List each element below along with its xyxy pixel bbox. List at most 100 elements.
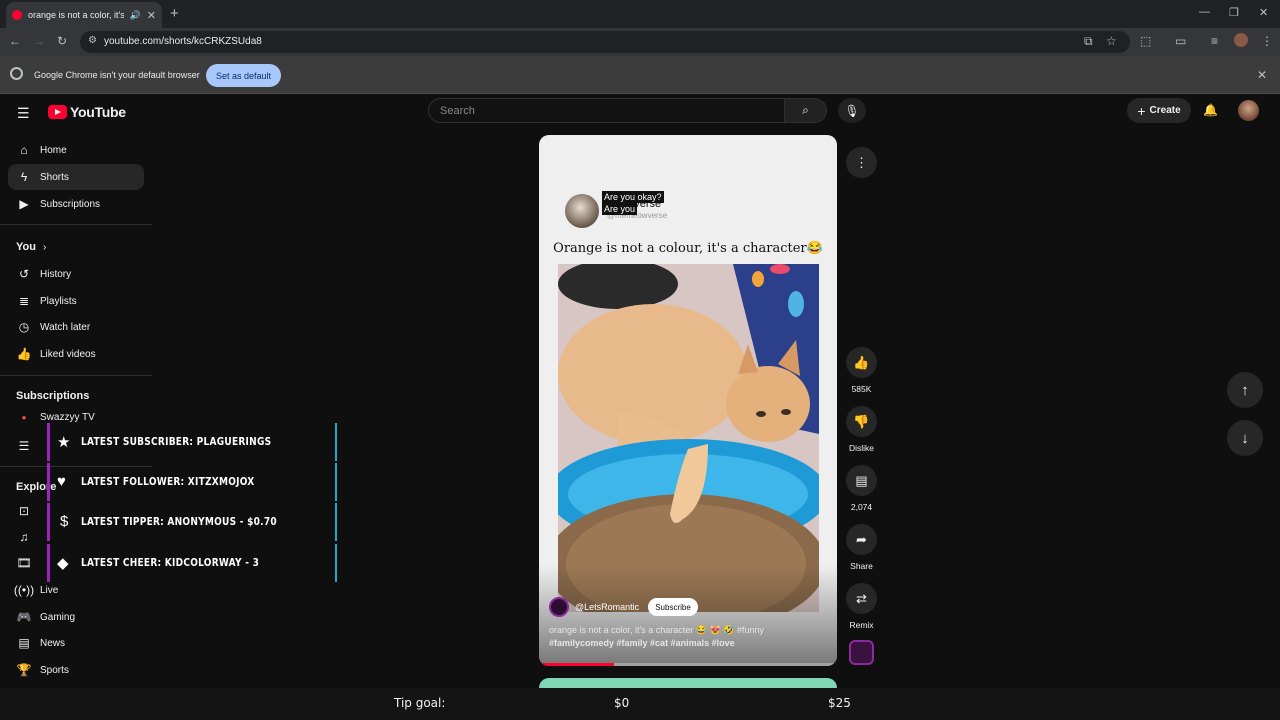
sidebar-item-shorts[interactable]: ϟ Shorts <box>8 164 144 190</box>
video-description-line[interactable]: orange is not a color, it's a character … <box>549 625 764 636</box>
close-tab-icon[interactable]: ✕ <box>147 9 156 22</box>
video-channel-avatar[interactable] <box>549 597 569 617</box>
clock-icon: ◷ <box>18 320 30 334</box>
logo-text: YouTube <box>70 104 126 120</box>
caption-line: Are you <box>602 203 638 215</box>
comment-icon: ▤ <box>855 472 868 488</box>
share-button[interactable]: ➦ Share <box>846 524 877 571</box>
minimize-icon[interactable]: — <box>1199 6 1210 18</box>
profile-avatar-icon[interactable] <box>1234 33 1248 47</box>
new-tab-icon[interactable]: + <box>170 5 179 22</box>
voice-search-button[interactable]: 🎙 <box>838 98 866 123</box>
more-options-button[interactable]: ⋮ <box>846 147 877 178</box>
sidebar-divider <box>0 375 152 376</box>
overlay-right-bar <box>335 463 337 501</box>
youtube-play-icon <box>48 105 67 119</box>
sidebar-divider <box>0 224 152 225</box>
overlay-right-bar <box>335 423 337 461</box>
speaker-icon[interactable]: 🔊 <box>130 10 141 21</box>
home-icon: ⌂ <box>20 143 28 157</box>
search-button[interactable]: ⌕ <box>785 98 827 123</box>
media-controls-icon[interactable]: ≡ <box>1211 34 1218 48</box>
sidebar-subscriptions-heading: Subscriptions <box>16 390 90 402</box>
previous-short-button[interactable]: ↑ <box>1227 372 1263 408</box>
sidebar-item-news[interactable]: ▤ News <box>8 630 144 656</box>
video-progress-bar[interactable] <box>539 663 837 666</box>
chevron-right-icon: › <box>43 242 47 253</box>
menu-hamburger-icon[interactable]: ☰ <box>17 105 30 122</box>
chrome-icon <box>10 67 23 80</box>
close-window-icon[interactable]: ✕ <box>1259 6 1268 19</box>
sidebar-item-home[interactable]: ⌂ Home <box>8 137 144 163</box>
overlay-left-bar <box>47 463 50 501</box>
sidebar-item-label: Watch later <box>40 321 91 333</box>
install-app-icon[interactable]: ⧉ <box>1084 34 1093 49</box>
meme-title: Orange is not a colour, it's a character… <box>553 241 823 256</box>
browser-tab[interactable]: orange is not a color, it's a ... 🔊 ✕ <box>6 2 162 28</box>
news-icon: ▤ <box>18 636 30 650</box>
bookmark-star-icon[interactable]: ☆ <box>1106 34 1117 48</box>
next-short-button[interactable]: ↓ <box>1227 420 1263 456</box>
youtube-logo[interactable]: YouTube <box>48 104 126 120</box>
infobar-close-icon[interactable]: ✕ <box>1257 68 1267 82</box>
like-button[interactable]: 👍 585K <box>846 347 877 394</box>
set-as-default-button[interactable]: Set as default <box>206 64 281 87</box>
tip-goal-label: Tip goal: <box>394 696 446 710</box>
remix-button[interactable]: ⇄ Remix <box>846 583 877 630</box>
subscribe-button[interactable]: Subscribe <box>648 598 698 616</box>
restore-icon[interactable]: ❐ <box>1229 6 1239 19</box>
subscriptions-icon: ▶ <box>19 197 29 211</box>
sidebar-item-watch-later[interactable]: ◷ Watch later <box>8 314 144 340</box>
extensions-icon[interactable]: ⬚ <box>1140 34 1151 48</box>
live-icon: ((•)) <box>13 583 35 597</box>
dollar-icon: $ <box>60 513 69 530</box>
video-channel-name[interactable]: @LetsRomantic <box>575 602 639 612</box>
list-icon: ☰ <box>18 439 30 453</box>
music-note-icon: ♫ <box>19 530 29 544</box>
cat-illustration <box>558 264 819 612</box>
short-video-player[interactable]: ...owverse @memeowverse Are you okay? Ar… <box>539 135 837 666</box>
forward-icon[interactable]: → <box>33 34 45 48</box>
sidebar-item-label: Playlists <box>40 295 77 307</box>
video-hashtags-line[interactable]: #familycomedy #family #cat #animals #lov… <box>549 638 735 648</box>
meme-channel-avatar <box>565 194 599 228</box>
sidebar-item-label: Shorts <box>40 171 69 183</box>
site-info-icon[interactable]: ⚙ <box>88 35 97 46</box>
comment-count: 2,074 <box>850 502 873 512</box>
side-panel-icon[interactable]: ▭ <box>1175 34 1186 48</box>
chrome-menu-icon[interactable]: ⋮ <box>1261 34 1273 48</box>
create-label: Create <box>1149 105 1181 116</box>
gaming-icon: 🎮 <box>16 610 32 624</box>
create-button[interactable]: + Create <box>1127 98 1191 123</box>
playlists-icon: ≣ <box>18 294 30 308</box>
browser-tab-strip: orange is not a color, it's a ... 🔊 ✕ + … <box>0 0 1280 28</box>
url-text[interactable]: youtube.com/shorts/kcCRKZSUda8 <box>104 36 262 47</box>
address-bar[interactable]: ⚙ youtube.com/shorts/kcCRKZSUda8 <box>80 31 1130 53</box>
dislike-button[interactable]: 👎 Dislike <box>846 406 877 453</box>
sidebar-item-label: News <box>40 637 66 649</box>
heart-icon: ♥ <box>57 473 66 490</box>
search-input[interactable]: Search <box>428 98 785 123</box>
tab-title: orange is not a color, it's a ... <box>28 10 124 20</box>
sidebar-item-gaming[interactable]: 🎮 Gaming <box>8 604 144 630</box>
thumbs-up-icon: 👍 <box>16 347 32 361</box>
sidebar-item-sports[interactable]: 🏆 Sports <box>8 657 144 683</box>
comments-button[interactable]: ▤ 2,074 <box>846 465 877 512</box>
remix-icon: ⇄ <box>856 590 867 606</box>
sidebar-item-history[interactable]: ↺ History <box>8 261 144 287</box>
sidebar-item-liked-videos[interactable]: 👍 Liked videos <box>8 341 144 367</box>
back-icon[interactable]: ← <box>9 34 21 48</box>
sound-source-thumbnail[interactable] <box>849 640 874 665</box>
notifications-bell-icon[interactable]: 🔔 <box>1203 103 1218 117</box>
share-label: Share <box>850 561 873 571</box>
overlay-left-bar <box>47 423 50 461</box>
sidebar-item-subscriptions[interactable]: ▶ Subscriptions <box>8 191 144 217</box>
reload-icon[interactable]: ↻ <box>57 34 67 48</box>
sidebar-item-playlists[interactable]: ≣ Playlists <box>8 288 144 314</box>
sidebar-you-heading[interactable]: You › <box>16 241 46 253</box>
account-avatar[interactable] <box>1238 100 1259 121</box>
sidebar-item-label: Gaming <box>40 611 76 623</box>
sidebar-item-label: Home <box>40 144 67 156</box>
share-arrow-icon: ➦ <box>856 531 867 547</box>
sidebar-item-label: Sports <box>40 664 69 676</box>
